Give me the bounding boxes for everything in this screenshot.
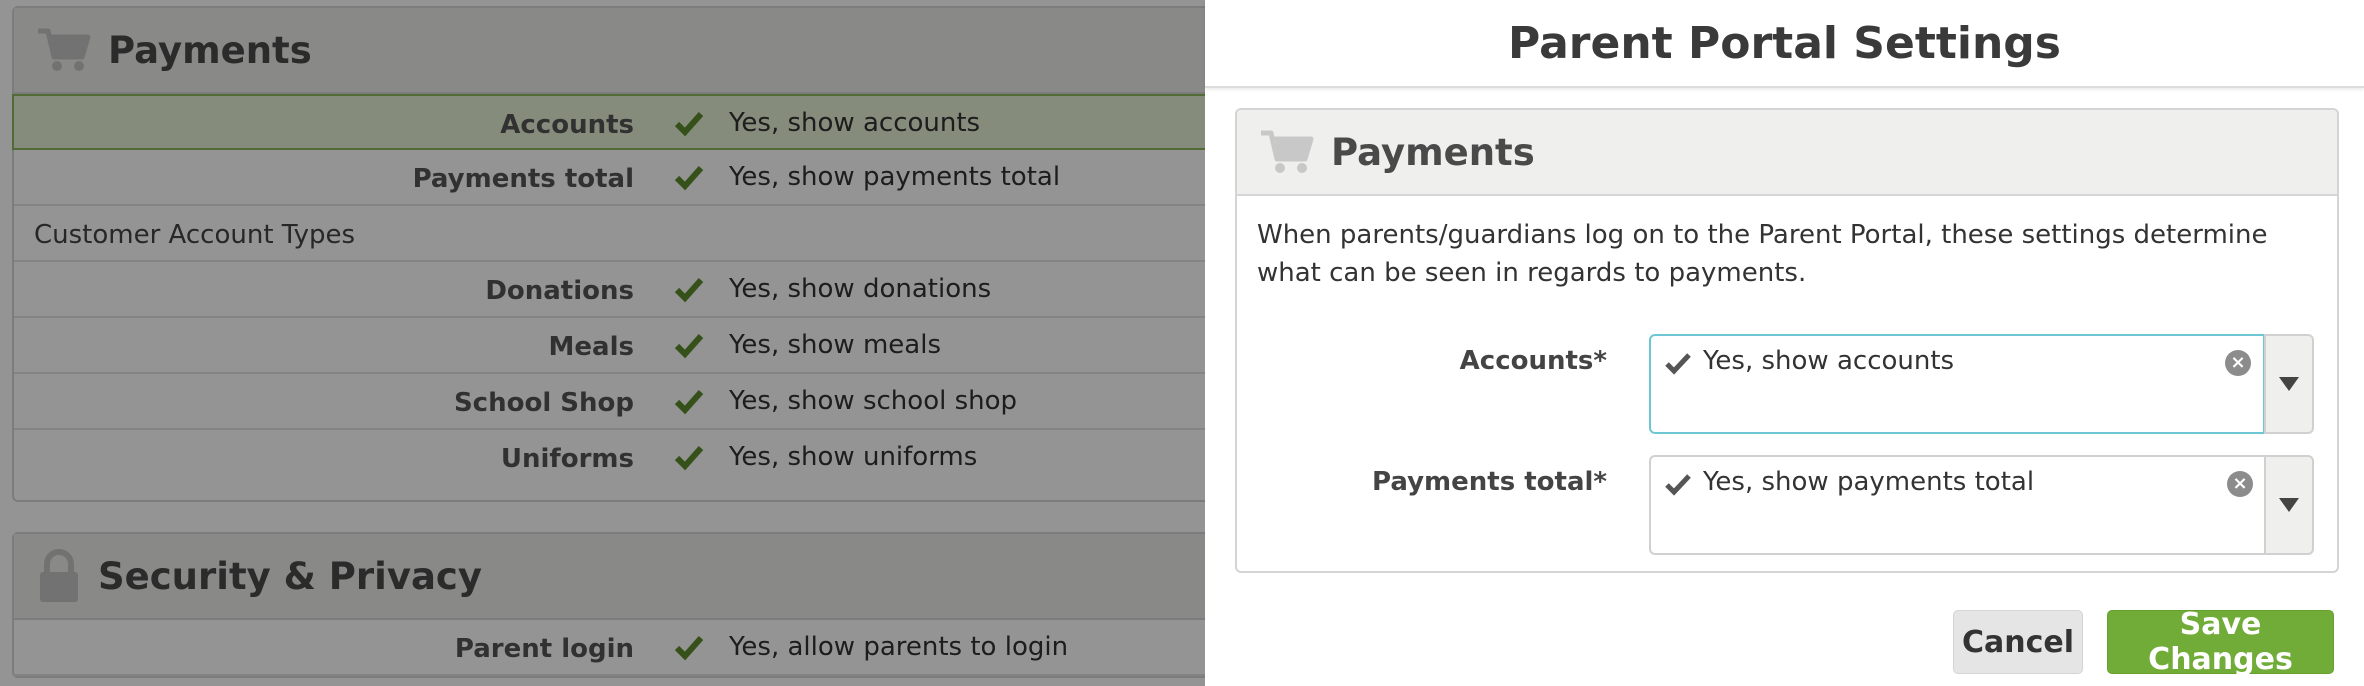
save-changes-button[interactable]: Save Changes [2107, 607, 2334, 677]
modal-header: Parent Portal Settings [1205, 0, 2364, 88]
modal-title: Parent Portal Settings [1508, 17, 2061, 69]
panel-description: When parents/guardians log on to the Par… [1257, 220, 2268, 288]
check-icon [1665, 474, 1691, 496]
clear-icon[interactable]: × [2227, 471, 2253, 497]
payments-total-selected-value: Yes, show payments total [1703, 467, 2035, 497]
field-accounts: Accounts* Yes, show accounts × [1237, 334, 2337, 434]
payments-total-dropdown-toggle[interactable] [2264, 455, 2314, 555]
settings-modal: Parent Portal Settings Payments When par… [1205, 0, 2364, 686]
accounts-selected-value: Yes, show accounts [1703, 346, 1955, 376]
clear-icon[interactable]: × [2225, 350, 2251, 376]
field-payments-total: Payments total* Yes, show payments total… [1237, 455, 2337, 555]
modal-overlay[interactable] [0, 0, 1205, 686]
modal-payments-panel: Payments When parents/guardians log on t… [1235, 108, 2339, 573]
cart-icon [1261, 130, 1314, 173]
caret-down-icon [2279, 498, 2299, 512]
modal-panel-title: Payments [1331, 130, 1535, 174]
field-label-payments-total: Payments total* [1371, 467, 1607, 497]
check-icon [1665, 353, 1691, 375]
accounts-select[interactable]: Yes, show accounts × [1649, 334, 2265, 434]
payments-total-select[interactable]: Yes, show payments total × [1649, 455, 2265, 555]
cancel-button[interactable]: Cancel [1953, 610, 2083, 674]
field-label-accounts: Accounts* [1459, 346, 1607, 376]
caret-down-icon [2279, 377, 2299, 391]
modal-panel-header: Payments [1237, 110, 2337, 196]
accounts-dropdown-toggle[interactable] [2264, 334, 2314, 434]
